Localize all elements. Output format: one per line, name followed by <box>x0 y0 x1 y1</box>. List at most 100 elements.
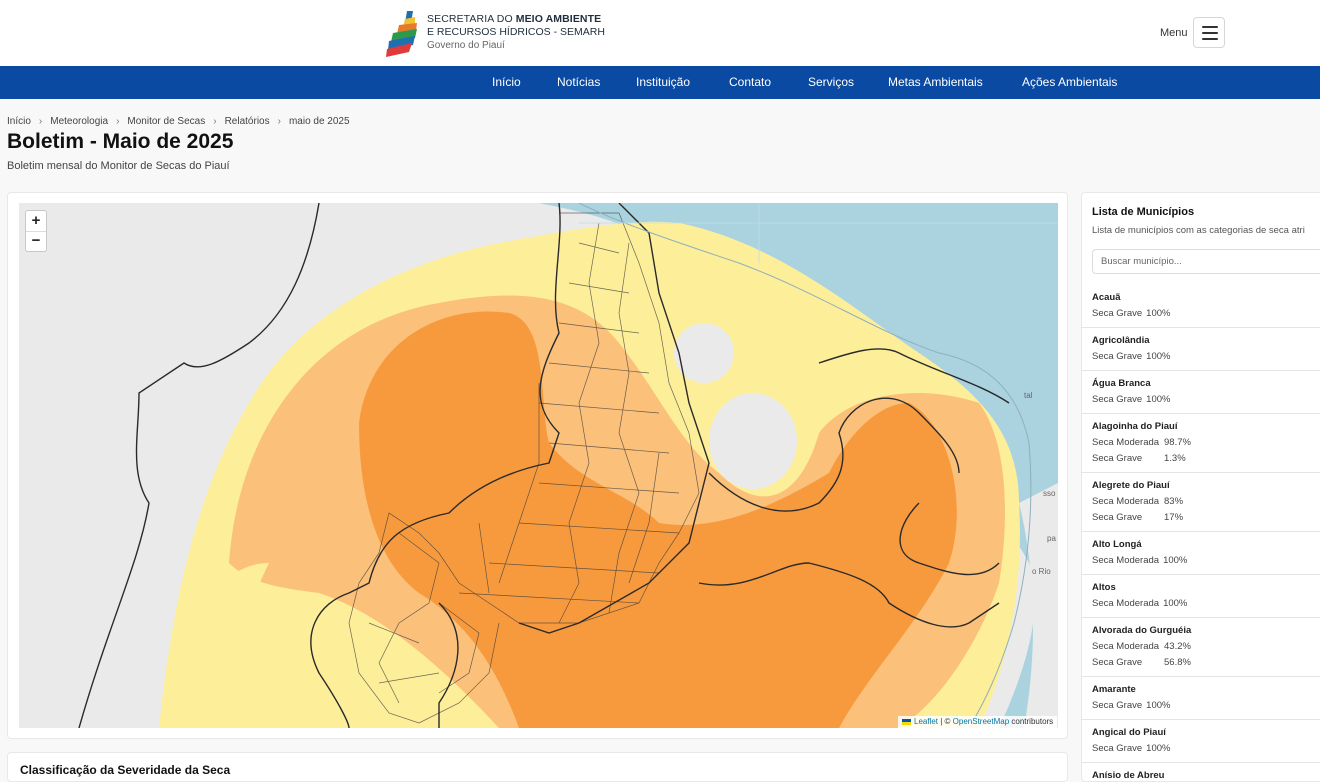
municipio-search-input[interactable] <box>1092 249 1320 274</box>
drought-percentage: 100% <box>1146 700 1171 711</box>
map-label: pa <box>1047 534 1056 543</box>
drought-percentage: 1.3% <box>1164 453 1186 464</box>
drought-category-row: Seca Grave 100% <box>1092 393 1320 407</box>
classification-title: Classificação da Severidade da Seca <box>20 763 231 777</box>
breadcrumb-meteorologia[interactable]: Meteorologia <box>50 116 108 127</box>
chevron-right-icon: › <box>116 116 120 127</box>
breadcrumb: Início › Meteorologia › Monitor de Secas › Rel… <box>7 116 350 127</box>
municipio-name: Angical do Piauí <box>1092 727 1166 738</box>
drought-category-row: Seca Moderada 98.7% <box>1092 436 1320 450</box>
drought-category: Seca Grave <box>1092 394 1143 405</box>
nav-inicio[interactable]: Início <box>492 75 521 89</box>
breadcrumb-inicio[interactable]: Início <box>7 116 31 127</box>
drought-category-row: Seca Moderada 83% <box>1092 495 1320 509</box>
breadcrumb-current: maio de 2025 <box>288 116 350 127</box>
municipio-item[interactable]: Água Branca Seca Grave 100% <box>1082 371 1320 414</box>
attribution-separator: | © <box>938 717 953 726</box>
breadcrumb-relatorios[interactable]: Relatórios <box>225 116 270 127</box>
logo-line2: E RECURSOS HÍDRICOS - SEMARH <box>427 26 605 38</box>
drought-category-row: Seca Moderada 100% <box>1092 554 1320 568</box>
municipio-item[interactable]: Alegrete do Piauí Seca Moderada 83% Seca Gr… <box>1082 473 1320 532</box>
main-nav: Início Notícias Instituição Contato Serv… <box>0 66 1320 99</box>
semarh-logo[interactable]: SECRETARIA DO MEIO AMBIENTE E RECURSOS H… <box>385 9 625 59</box>
municipio-name: Anísio de Abreu <box>1092 770 1165 781</box>
classification-card: Classificação da Severidade da Seca <box>7 752 1068 782</box>
drought-percentage: 83% <box>1164 496 1184 507</box>
municipio-name: Alegrete do Piauí <box>1092 480 1170 491</box>
drought-category: Seca Grave <box>1092 657 1143 668</box>
zoom-control: + − <box>25 210 47 252</box>
nav-contato[interactable]: Contato <box>729 75 771 89</box>
map-label: o Rio <box>1032 567 1051 576</box>
drought-category: Seca Grave <box>1092 743 1143 754</box>
drought-percentage: 100% <box>1163 555 1188 566</box>
nav-metas-ambientais[interactable]: Metas Ambientais <box>888 75 983 89</box>
drought-category: Seca Grave <box>1092 512 1143 523</box>
leaflet-link[interactable]: Leaflet <box>914 717 938 726</box>
drought-category: Seca Grave <box>1092 700 1143 711</box>
map-label: sso <box>1043 489 1056 498</box>
drought-category: Seca Moderada <box>1092 496 1160 507</box>
chevron-right-icon: › <box>213 116 217 127</box>
municipio-item[interactable]: Angical do Piauí Seca Grave 100% <box>1082 720 1320 763</box>
drought-percentage: 100% <box>1146 743 1171 754</box>
municipio-item[interactable]: Altos Seca Moderada 100% <box>1082 575 1320 618</box>
nav-acoes-ambientais[interactable]: Ações Ambientais <box>1022 75 1117 89</box>
municipio-name: Alagoinha do Piauí <box>1092 421 1178 432</box>
drought-category-row: Seca Grave 1.3% <box>1092 452 1320 466</box>
panel-description: Lista de municípios com as categorias de… <box>1092 225 1305 236</box>
piaui-logo-icon <box>386 11 417 57</box>
ukraine-flag-icon <box>902 718 911 725</box>
zoom-out-button[interactable]: − <box>26 231 46 251</box>
zoom-in-button[interactable]: + <box>26 211 46 232</box>
drought-category: Seca Grave <box>1092 453 1143 464</box>
municipio-name: Alvorada do Gurguéia <box>1092 625 1192 636</box>
municipio-name: Água Branca <box>1092 378 1151 389</box>
hamburger-icon <box>1202 38 1218 40</box>
drought-percentage: 100% <box>1146 308 1171 319</box>
drought-category: Seca Grave <box>1092 351 1143 362</box>
breadcrumb-monitor-secas[interactable]: Monitor de Secas <box>127 116 205 127</box>
chevron-right-icon: › <box>277 116 281 127</box>
drought-category: Seca Moderada <box>1092 437 1160 448</box>
drought-category-row: Seca Grave 100% <box>1092 699 1320 713</box>
page-title: Boletim - Maio de 2025 <box>7 130 234 153</box>
drought-category-row: Seca Grave 56.8% <box>1092 656 1320 670</box>
drought-map[interactable] <box>19 203 1058 728</box>
menu-label[interactable]: Menu <box>1160 27 1188 39</box>
drought-category-row: Seca Grave 100% <box>1092 307 1320 321</box>
site-header: SECRETARIA DO MEIO AMBIENTE E RECURSOS H… <box>0 0 1320 67</box>
municipio-name: Alto Longá <box>1092 539 1142 550</box>
municipio-item[interactable]: Alagoinha do Piauí Seca Moderada 98.7% Seca… <box>1082 414 1320 473</box>
nav-servicos[interactable]: Serviços <box>808 75 854 89</box>
nav-noticias[interactable]: Notícias <box>557 75 600 89</box>
municipio-name: Altos <box>1092 582 1116 593</box>
osm-link[interactable]: OpenStreetMap <box>953 717 1009 726</box>
drought-category-row: Seca Moderada 100% <box>1092 597 1320 611</box>
drought-percentage: 98.7% <box>1164 437 1191 448</box>
map-label: tal <box>1024 391 1033 400</box>
municipio-item[interactable]: Acauã Seca Grave 100% <box>1082 285 1320 328</box>
hamburger-icon <box>1202 32 1218 34</box>
drought-category-row: Seca Grave 100% <box>1092 742 1320 756</box>
drought-category: Seca Grave <box>1092 308 1143 319</box>
municipio-item[interactable]: Amarante Seca Grave 100% <box>1082 677 1320 720</box>
drought-percentage: 56.8% <box>1164 657 1191 668</box>
menu-button[interactable] <box>1193 17 1225 48</box>
nav-instituicao[interactable]: Instituição <box>636 75 690 89</box>
municipio-item[interactable]: Alto Longá Seca Moderada 100% <box>1082 532 1320 575</box>
municipio-name: Amarante <box>1092 684 1136 695</box>
logo-line1: SECRETARIA DO MEIO AMBIENTE <box>427 13 602 25</box>
municipio-item[interactable]: Alvorada do Gurguéia Seca Moderada 43.2% Se… <box>1082 618 1320 677</box>
drought-percentage: 100% <box>1163 598 1188 609</box>
municipio-list: Acauã Seca Grave 100% Agricolândia Seca Grav… <box>1082 285 1320 781</box>
municipio-item[interactable]: Anísio de AbreuSeca Grave100% <box>1082 763 1320 781</box>
drought-category-row: Seca Grave 100% <box>1092 350 1320 364</box>
logo-line3: Governo do Piauí <box>427 40 505 51</box>
drought-category-row: Seca Grave 17% <box>1092 511 1320 525</box>
chevron-right-icon: › <box>38 116 43 127</box>
panel-title: Lista de Municípios <box>1092 206 1195 218</box>
municipio-item[interactable]: Agricolândia Seca Grave 100% <box>1082 328 1320 371</box>
drought-percentage: 43.2% <box>1164 641 1191 652</box>
attribution-suffix: contributors <box>1009 717 1054 726</box>
